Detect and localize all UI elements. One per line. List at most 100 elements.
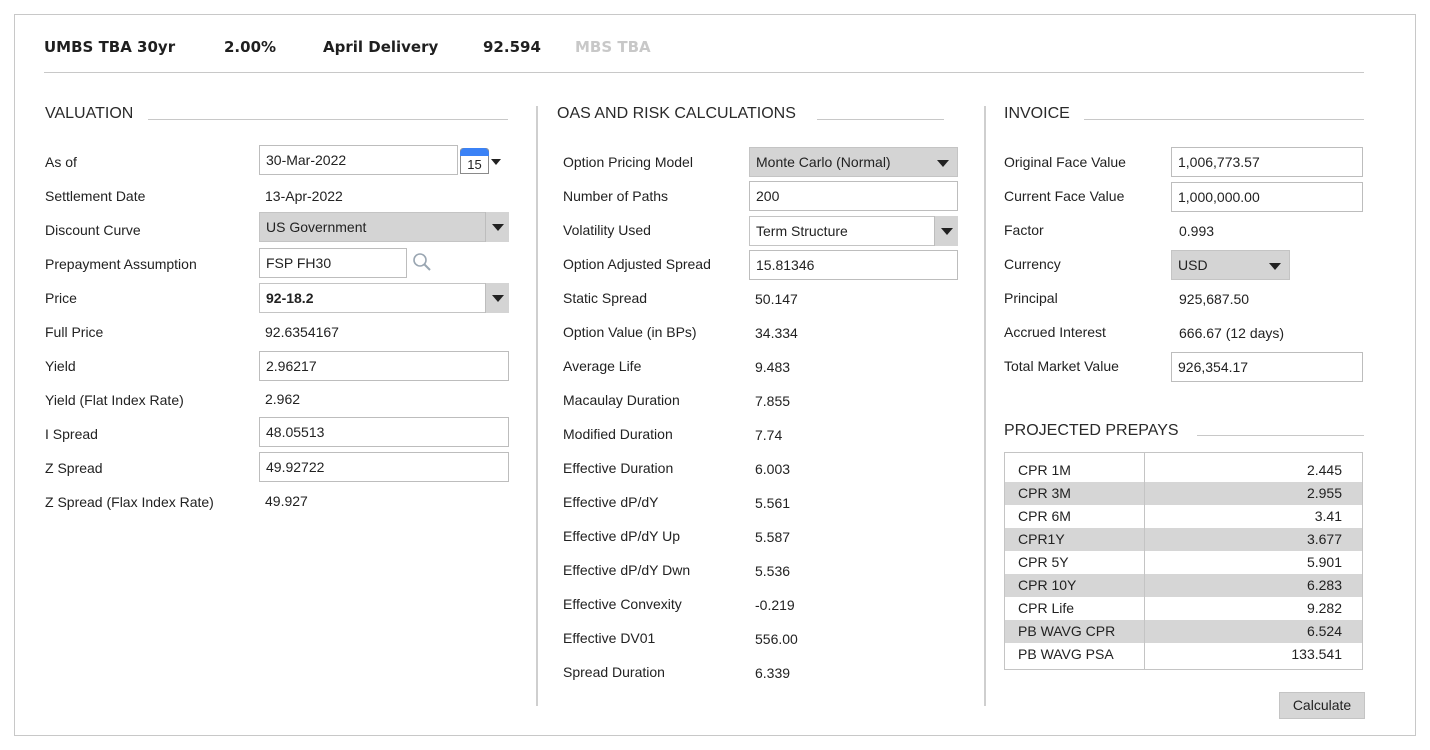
settlement-date-value: 13-Apr-2022 [265, 188, 343, 204]
option-pricing-model-select[interactable]: Monte Carlo (Normal) [749, 147, 958, 177]
factor-label: Factor [1004, 222, 1044, 238]
z-spread-label: Z Spread [45, 460, 103, 476]
chevron-down-icon[interactable] [1269, 263, 1281, 270]
yield-label: Yield [45, 358, 76, 374]
z-spread-flat-value: 49.927 [265, 493, 308, 509]
current-face-label: Current Face Value [1004, 188, 1125, 204]
z-spread-flat-label: Z Spread (Flax Index Rate) [45, 494, 214, 510]
table-row: CPR Life 9.282 [1005, 597, 1362, 620]
oas-metric-label: Effective dP/dY Up [563, 528, 680, 544]
calendar-dropdown-icon[interactable] [491, 159, 501, 165]
oas-metric-value: 6.339 [755, 665, 791, 681]
prepay-value: 3.677 [1306, 531, 1342, 547]
prepayment-assumption-field[interactable]: FSP FH30 [259, 248, 407, 278]
discount-curve-label: Discount Curve [45, 222, 141, 238]
oas-metric-label: Macaulay Duration [563, 392, 680, 408]
oas-metric-label: Option Value (in BPs) [563, 324, 697, 340]
oas-metric-value: 34.334 [755, 325, 798, 341]
calendar-day: 15 [467, 157, 482, 172]
prepay-label: CPR1Y [1018, 531, 1065, 547]
oas-metric-label: Effective Duration [563, 460, 674, 476]
table-row: CPR 6M 3.41 [1005, 505, 1362, 528]
prepay-value: 2.955 [1306, 485, 1342, 501]
calculate-button[interactable]: Calculate [1279, 692, 1365, 719]
price-select[interactable]: 92-18.2 [259, 283, 509, 313]
settlement-date-label: Settlement Date [45, 188, 146, 204]
i-spread-label: I Spread [45, 426, 98, 442]
invoice-title: INVOICE [1004, 105, 1070, 122]
prepay-label: CPR 10Y [1018, 577, 1077, 593]
principal-label: Principal [1004, 290, 1058, 306]
oas-metric-label: Spread Duration [563, 664, 665, 680]
accrued-interest-label: Accrued Interest [1004, 324, 1106, 340]
as-of-label: As of [45, 154, 77, 170]
prepay-value: 9.282 [1306, 600, 1342, 616]
as-of-date-field[interactable]: 30-Mar-2022 [259, 145, 458, 175]
prepay-value: 6.524 [1306, 623, 1342, 639]
current-face-field[interactable]: 1,000,000.00 [1171, 182, 1363, 212]
volatility-used-value: Term Structure [756, 223, 848, 239]
search-icon[interactable] [412, 252, 432, 272]
oas-metric-value: 7.855 [755, 393, 791, 409]
table-row: CPR1Y 3.677 [1005, 528, 1362, 551]
volatility-used-select[interactable]: Term Structure [749, 216, 958, 246]
yield-field[interactable]: 2.96217 [259, 351, 509, 381]
chevron-down-icon[interactable] [485, 212, 509, 242]
oas-metric-value: 5.536 [755, 563, 791, 579]
number-of-paths-label: Number of Paths [563, 188, 669, 204]
prepay-label: CPR 1M [1018, 462, 1071, 478]
oas-rule [817, 119, 944, 120]
prepays-rule [1197, 435, 1364, 436]
chevron-down-icon[interactable] [485, 283, 509, 313]
total-market-value-label: Total Market Value [1004, 358, 1119, 374]
oas-metric-label: Static Spread [563, 290, 648, 306]
valuation-rule [148, 119, 508, 120]
calendar-icon[interactable]: 15 [460, 148, 489, 174]
prepay-label: PB WAVG PSA [1018, 646, 1114, 662]
prepay-label: CPR 6M [1018, 508, 1071, 524]
oas-metric-value: -0.219 [755, 597, 795, 613]
option-pricing-model-value: Monte Carlo (Normal) [756, 154, 891, 170]
valuation-title: VALUATION [45, 105, 134, 122]
table-row: PB WAVG PSA 133.541 [1005, 643, 1362, 666]
prepayment-assumption-label: Prepayment Assumption [45, 256, 197, 272]
table-row: CPR 10Y 6.283 [1005, 574, 1362, 597]
currency-label: Currency [1004, 256, 1061, 272]
number-of-paths-field[interactable]: 200 [749, 181, 958, 211]
security-name: UMBS TBA 30yr [44, 38, 176, 56]
total-market-value-field[interactable]: 926,354.17 [1171, 352, 1363, 382]
prepay-label: PB WAVG CPR [1018, 623, 1116, 639]
oas-metric-label: Average Life [563, 358, 642, 374]
option-adjusted-spread-label: Option Adjusted Spread [563, 256, 711, 272]
yield-flat-label: Yield (Flat Index Rate) [45, 392, 184, 408]
prepay-value: 6.283 [1306, 577, 1342, 593]
i-spread-field[interactable]: 48.05513 [259, 417, 509, 447]
coupon-rate: 2.00% [224, 38, 277, 56]
oas-metric-value: 9.483 [755, 359, 791, 375]
chevron-down-icon[interactable] [934, 216, 958, 246]
option-pricing-model-label: Option Pricing Model [563, 154, 693, 170]
currency-select[interactable]: USD [1171, 250, 1290, 280]
projected-prepays-title: PROJECTED PREPAYS [1004, 422, 1179, 439]
accrued-interest-value: 666.67 (12 days) [1179, 325, 1285, 341]
price-label: Price [45, 290, 77, 306]
prepay-value: 133.541 [1291, 646, 1342, 662]
prepay-label: CPR 3M [1018, 485, 1071, 501]
oas-metric-value: 5.587 [755, 529, 791, 545]
discount-curve-value: US Government [266, 219, 367, 235]
table-row: CPR 3M 2.955 [1005, 482, 1362, 505]
table-row: CPR 5Y 5.901 [1005, 551, 1362, 574]
discount-curve-select[interactable]: US Government [259, 212, 509, 242]
z-spread-field[interactable]: 49.92722 [259, 452, 509, 482]
oas-metric-label: Effective Convexity [563, 596, 682, 612]
option-adjusted-spread-field[interactable]: 15.81346 [749, 250, 958, 280]
full-price-label: Full Price [45, 324, 104, 340]
delivery-month: April Delivery [323, 38, 439, 56]
table-row: CPR 1M 2.445 [1005, 459, 1362, 482]
security-type: MBS TBA [575, 38, 651, 56]
original-face-field[interactable]: 1,006,773.57 [1171, 147, 1363, 177]
oas-metric-value: 50.147 [755, 291, 798, 307]
currency-value: USD [1178, 257, 1208, 273]
oas-metric-label: Modified Duration [563, 426, 673, 442]
chevron-down-icon[interactable] [937, 160, 949, 167]
